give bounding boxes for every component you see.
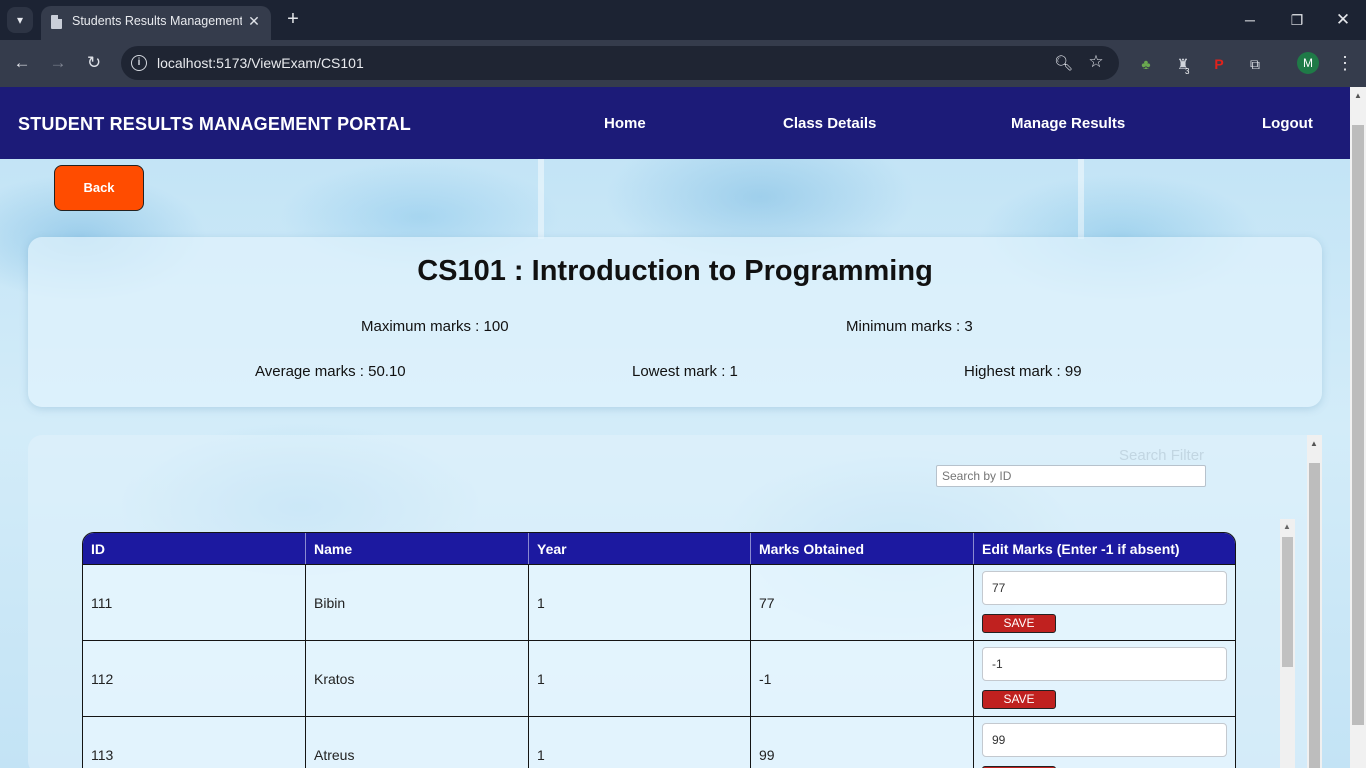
header-marks-obtained: Marks Obtained bbox=[751, 533, 974, 564]
minimize-button[interactable]: ─ bbox=[1240, 10, 1260, 30]
edit-marks-input[interactable] bbox=[982, 571, 1227, 605]
restore-button[interactable]: ❐ bbox=[1287, 10, 1307, 30]
table-header: ID Name Year Marks Obtained Edit Marks (… bbox=[83, 533, 1235, 564]
results-panel: Search Filter ID Name Year Marks Obtaine… bbox=[28, 435, 1322, 768]
cell-marks: -1 bbox=[751, 641, 974, 716]
panel-scroll-thumb[interactable] bbox=[1309, 463, 1320, 768]
nav-link-home[interactable]: Home bbox=[604, 115, 646, 132]
cell-id: 113 bbox=[83, 717, 306, 768]
header-name: Name bbox=[306, 533, 529, 564]
puzzle-extensions-icon[interactable]: ⧉ bbox=[1245, 54, 1265, 74]
back-arrow-icon[interactable]: ← bbox=[12, 53, 32, 73]
table-row: 112 Kratos 1 -1 SAVE bbox=[83, 640, 1235, 716]
tree-extension-icon[interactable]: ♣ bbox=[1136, 54, 1156, 74]
nav-link-manage-results[interactable]: Manage Results bbox=[1011, 115, 1125, 132]
zoom-icon[interactable]: 🔍︎ bbox=[1054, 54, 1073, 72]
background-seam bbox=[538, 159, 544, 239]
url-text: localhost:5173/ViewExam/CS101 bbox=[157, 55, 364, 71]
cell-year: 1 bbox=[529, 717, 751, 768]
document-icon bbox=[51, 15, 62, 29]
bookmark-star-icon[interactable]: ☆ bbox=[1087, 52, 1105, 71]
highest-mark-stat: Highest mark : 99 bbox=[964, 363, 1082, 380]
window-close-button[interactable]: ✕ bbox=[1333, 10, 1353, 30]
exam-title: CS101 : Introduction to Programming bbox=[417, 255, 933, 287]
page-content: STUDENT RESULTS MANAGEMENT PORTAL Home C… bbox=[0, 87, 1350, 768]
search-by-id-input[interactable] bbox=[936, 465, 1206, 487]
page-scroll-thumb[interactable] bbox=[1352, 125, 1364, 725]
table-row: 111 Bibin 1 77 SAVE bbox=[83, 564, 1235, 640]
cell-name: Atreus bbox=[306, 717, 529, 768]
cell-year: 1 bbox=[529, 641, 751, 716]
browser-tab-strip: ▾ Students Results Management Portal ✕ +… bbox=[0, 0, 1366, 40]
cell-edit: SAVE bbox=[974, 641, 1235, 716]
page-scrollbar[interactable]: ▲ bbox=[1350, 87, 1366, 768]
header-year: Year bbox=[529, 533, 751, 564]
edit-marks-input[interactable] bbox=[982, 723, 1227, 757]
address-bar[interactable]: i localhost:5173/ViewExam/CS101 🔍︎ ☆ bbox=[121, 46, 1119, 80]
cell-name: Bibin bbox=[306, 565, 529, 640]
pinterest-extension-icon[interactable]: P bbox=[1209, 54, 1229, 74]
lowest-mark-stat: Lowest mark : 1 bbox=[632, 363, 738, 380]
cell-marks: 77 bbox=[751, 565, 974, 640]
scroll-up-arrow-icon[interactable]: ▲ bbox=[1310, 439, 1318, 448]
scroll-up-arrow-icon[interactable]: ▲ bbox=[1283, 522, 1291, 531]
profile-avatar[interactable]: M bbox=[1297, 52, 1319, 74]
table-scrollbar[interactable]: ▲ bbox=[1280, 519, 1295, 768]
close-icon[interactable]: ✕ bbox=[245, 12, 263, 30]
background-seam bbox=[1078, 159, 1084, 239]
exam-summary-card: CS101 : Introduction to Programming Maxi… bbox=[28, 237, 1322, 407]
cell-id: 111 bbox=[83, 565, 306, 640]
tab-title: Students Results Management Portal bbox=[72, 14, 242, 28]
info-icon[interactable]: i bbox=[131, 55, 147, 71]
max-marks-stat: Maximum marks : 100 bbox=[361, 318, 509, 335]
reload-icon[interactable]: ↻ bbox=[84, 53, 104, 73]
nav-link-logout[interactable]: Logout bbox=[1262, 115, 1313, 132]
cell-edit: SAVE bbox=[974, 717, 1235, 768]
cell-edit: SAVE bbox=[974, 565, 1235, 640]
save-button[interactable]: SAVE bbox=[982, 614, 1056, 633]
back-button[interactable]: Back bbox=[54, 165, 144, 211]
extension-icon[interactable]: ♜ 3 bbox=[1173, 54, 1193, 76]
brand-title: STUDENT RESULTS MANAGEMENT PORTAL bbox=[18, 114, 411, 134]
new-tab-button[interactable]: + bbox=[282, 8, 304, 30]
min-marks-stat: Minimum marks : 3 bbox=[846, 318, 973, 335]
forward-arrow-icon[interactable]: → bbox=[48, 53, 68, 73]
site-navbar: STUDENT RESULTS MANAGEMENT PORTAL Home C… bbox=[0, 87, 1350, 159]
browser-toolbar: ← → ↻ i localhost:5173/ViewExam/CS101 🔍︎… bbox=[0, 40, 1366, 87]
cell-name: Kratos bbox=[306, 641, 529, 716]
cell-year: 1 bbox=[529, 565, 751, 640]
tab-search-button[interactable]: ▾ bbox=[7, 7, 33, 33]
edit-marks-input[interactable] bbox=[982, 647, 1227, 681]
table-scroll-thumb[interactable] bbox=[1282, 537, 1293, 667]
cell-id: 112 bbox=[83, 641, 306, 716]
panel-scrollbar[interactable]: ▲ bbox=[1307, 435, 1322, 768]
search-filter-label: Search Filter bbox=[1119, 447, 1205, 464]
nav-link-class-details[interactable]: Class Details bbox=[783, 115, 876, 132]
header-id: ID bbox=[83, 533, 306, 564]
header-edit-marks: Edit Marks (Enter -1 if absent) bbox=[982, 541, 1180, 557]
more-menu-icon[interactable]: ⋮ bbox=[1336, 52, 1354, 74]
results-table: ID Name Year Marks Obtained Edit Marks (… bbox=[82, 532, 1236, 768]
browser-tab[interactable]: Students Results Management Portal ✕ bbox=[41, 6, 271, 40]
save-button[interactable]: SAVE bbox=[982, 690, 1056, 709]
scroll-up-arrow-icon[interactable]: ▲ bbox=[1354, 91, 1362, 100]
average-marks-stat: Average marks : 50.10 bbox=[255, 363, 406, 380]
table-row: 113 Atreus 1 99 SAVE bbox=[83, 716, 1235, 768]
extension-badge: 3 bbox=[1185, 67, 1190, 76]
cell-marks: 99 bbox=[751, 717, 974, 768]
